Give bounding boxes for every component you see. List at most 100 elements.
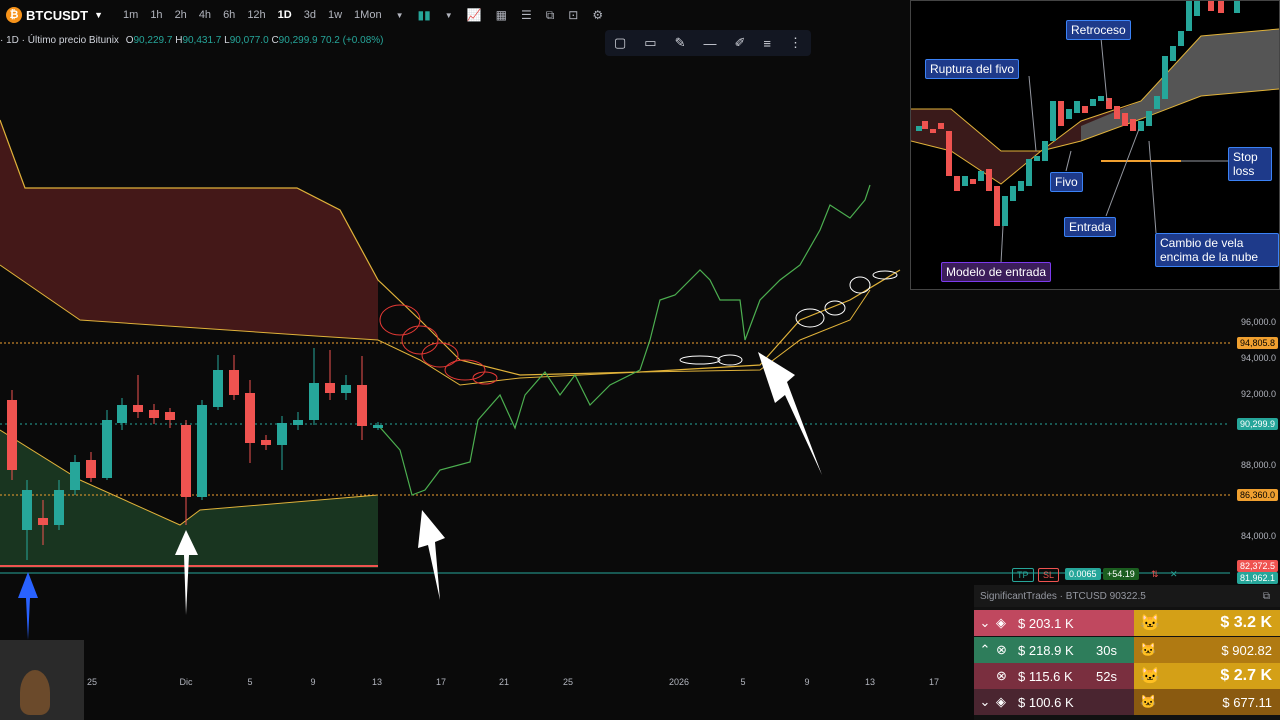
reverse-position-icon[interactable]: ⇅	[1147, 568, 1163, 581]
date-label: 17	[928, 677, 940, 687]
drawing-toolbar: ▢ ▭ ✎ — ✐ ≡ ⋮	[605, 30, 811, 56]
inset-candle	[1002, 196, 1008, 226]
layout-grid-icon[interactable]: ▦	[496, 8, 507, 22]
price-axis-label: 84,000.0	[1240, 531, 1276, 541]
interval-2h[interactable]: 2h	[175, 9, 187, 21]
inset-candle	[1034, 156, 1040, 161]
trade-row: ⊗ $ 115.6 K 52s	[974, 663, 1134, 689]
chevron-down-icon: ▼	[94, 10, 104, 20]
candle-body	[7, 400, 17, 470]
inset-candle	[1074, 101, 1080, 113]
legend-change: 70.2 (+0.08%)	[320, 35, 384, 46]
inset-candle	[916, 126, 922, 131]
inset-candle	[1162, 56, 1168, 99]
candle-body	[54, 490, 64, 525]
rectangle-tool-icon[interactable]: ▢	[614, 35, 626, 51]
inset-candle	[1186, 1, 1192, 31]
inset-candle	[978, 171, 984, 181]
tp-button[interactable]: TP	[1012, 568, 1034, 582]
legend-low: 90,077.0	[229, 35, 269, 46]
inset-candle	[962, 176, 968, 186]
list-icon[interactable]: ☰	[521, 8, 532, 22]
binance-icon: ◈	[996, 694, 1006, 709]
interval-1h[interactable]: 1h	[150, 9, 162, 21]
inset-candle	[1042, 141, 1048, 161]
inset-candle	[938, 123, 944, 129]
arrow-2	[418, 510, 445, 600]
inset-candle	[1058, 101, 1064, 126]
chart-type-dropdown-icon[interactable]: ▼	[445, 11, 453, 20]
candle-body	[133, 405, 143, 412]
inset-example-panel: Ruptura del fivo Retroceso Stop loss Fiv…	[910, 0, 1280, 290]
date-label: 25	[562, 677, 574, 687]
interval-1w[interactable]: 1w	[328, 9, 342, 21]
binance-icon: ◈	[996, 615, 1006, 630]
candle-body	[117, 405, 127, 423]
inset-candle	[1026, 159, 1032, 186]
price-tag-94805: 94,805.8	[1236, 337, 1278, 349]
interval-1d[interactable]: 1D	[278, 9, 292, 21]
candle-type-icon[interactable]: ▮▮	[418, 8, 431, 22]
popout-icon[interactable]: ⧉	[546, 8, 555, 23]
position-pnl: +54.19	[1103, 568, 1139, 580]
inset-candle	[1194, 1, 1200, 16]
pen-tool-icon[interactable]: ✐	[735, 35, 746, 51]
interval-4h[interactable]: 4h	[199, 9, 211, 21]
symbol-selector[interactable]: ₿ BTCUSDT ▼	[6, 7, 103, 23]
line-tool-icon[interactable]: —	[704, 36, 717, 51]
chevron-up-icon: ⌃	[979, 642, 991, 657]
interval-dropdown-icon[interactable]: ▼	[396, 11, 404, 20]
candle-body	[149, 410, 159, 418]
date-label: 13	[864, 677, 876, 687]
chevron-down-icon: ⌄	[979, 615, 991, 630]
interval-1m[interactable]: 1m	[123, 9, 138, 21]
indicators-icon[interactable]: 📈	[467, 8, 482, 22]
chevron-down-icon: ⌄	[979, 694, 991, 709]
inset-candle	[1098, 96, 1104, 101]
sl-button[interactable]: SL	[1038, 568, 1060, 582]
price-axis-label: 94,000.0	[1240, 353, 1276, 363]
inset-candle	[1154, 96, 1160, 109]
inset-candle	[1178, 31, 1184, 46]
date-label: Dic	[179, 677, 193, 687]
legend-title: · 1D · Último precio Bitunix	[0, 35, 119, 46]
candle-body	[357, 385, 367, 426]
inset-candle	[930, 129, 936, 133]
date-label: 9	[804, 677, 810, 687]
inset-candle	[1018, 181, 1024, 191]
candle-body	[86, 460, 96, 478]
snapshot-icon[interactable]: ⊡	[568, 8, 578, 22]
trade-time: 30s	[1096, 642, 1117, 658]
brush-tool-icon[interactable]: ✎	[675, 35, 686, 51]
trade-amount: $ 902.82	[1221, 642, 1272, 658]
close-position-icon[interactable]: ✕	[1166, 568, 1182, 581]
inset-candle	[970, 179, 976, 184]
interval-3d[interactable]: 3d	[304, 9, 316, 21]
candle-body	[197, 405, 207, 497]
arrow-3	[758, 352, 822, 475]
bitcoin-icon: ₿	[6, 7, 22, 23]
inset-candle	[1082, 106, 1088, 113]
trades-title: SignificantTrades · BTCUSD 90322.5	[980, 590, 1146, 602]
label-fivo: Fivo	[1050, 172, 1083, 192]
candle-body	[261, 440, 271, 445]
position-qty: 0.0065	[1065, 568, 1101, 580]
candle-body	[341, 385, 351, 393]
interval-1mon[interactable]: 1Mon	[354, 9, 382, 21]
interval-6h[interactable]: 6h	[223, 9, 235, 21]
date-label: 5	[740, 677, 746, 687]
inset-candle	[1050, 101, 1056, 141]
inset-candle	[1170, 46, 1176, 61]
settings-gear-icon[interactable]: ⚙	[592, 8, 603, 22]
popout-icon[interactable]: ⧉	[1263, 591, 1270, 602]
comment-tool-icon[interactable]: ▭	[644, 35, 656, 51]
candle-body	[373, 425, 383, 428]
price-axis-label: 96,000.0	[1240, 317, 1276, 327]
candle-body	[22, 490, 32, 530]
date-label: 17	[435, 677, 447, 687]
more-tools-icon[interactable]: ⋮	[789, 35, 802, 51]
interval-12h[interactable]: 12h	[247, 9, 265, 21]
significant-trades-panel: SignificantTrades · BTCUSD 90322.5 ⧉ ⌄ ◈…	[974, 585, 1280, 720]
label-stop-loss: Stop loss	[1228, 147, 1272, 181]
fib-tool-icon[interactable]: ≡	[763, 36, 771, 51]
